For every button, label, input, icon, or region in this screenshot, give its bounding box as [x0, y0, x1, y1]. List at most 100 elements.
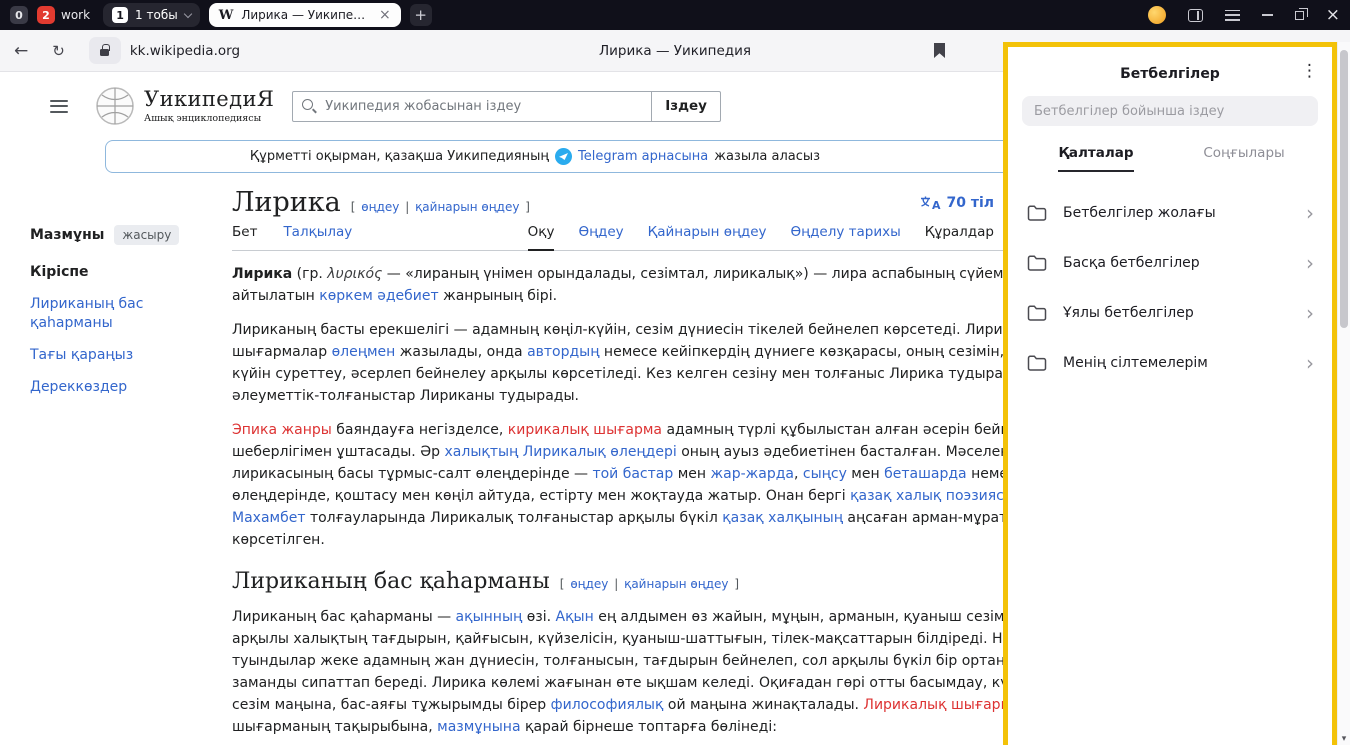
bracket: ]: [734, 577, 739, 591]
bookmarks-folder-list: Бетбелгілер жолағы › Басқа бетбелгілер ›…: [1022, 188, 1318, 388]
profile-avatar[interactable]: [1148, 6, 1166, 24]
toc-item-intro[interactable]: Кіріспе: [30, 263, 192, 282]
tab-folders-label: Қалталар: [1058, 145, 1133, 172]
tab-recent[interactable]: Соңғылары: [1170, 136, 1318, 172]
edit-link[interactable]: өңдеу: [570, 577, 608, 591]
tab-edit[interactable]: Өңдеу: [578, 224, 623, 250]
folder-item-my-links[interactable]: Менің сілтемелерім ›: [1022, 338, 1318, 388]
edit-link[interactable]: өңдеу: [361, 200, 399, 214]
side-panel-icon[interactable]: [1188, 9, 1203, 22]
telegram-banner-content: Құрметті оқырман, қазақша Уикипедияның T…: [250, 148, 820, 165]
language-icon: A: [919, 195, 941, 211]
chevron-right-icon: ›: [1306, 203, 1314, 223]
tab-title: Лирика — Уикипедия: [241, 8, 371, 22]
wiki-menu-icon[interactable]: [50, 100, 68, 113]
bracket: [: [560, 577, 565, 591]
toc-hide-button[interactable]: жасыру: [114, 225, 179, 245]
browser-menu-icon[interactable]: [1225, 10, 1240, 21]
bracket: ]: [525, 200, 530, 214]
wikipedia-globe-icon: [94, 86, 136, 126]
tab-page[interactable]: Бет: [232, 224, 257, 250]
wiki-search-button[interactable]: Іздеу: [652, 91, 721, 122]
tab-bar: 0 2 work 1 1 тобы W Лирика — Уикипедия ×…: [0, 0, 1350, 30]
minimize-button[interactable]: [1262, 14, 1273, 16]
article-view-tabs: Оқу Өңдеу Қайнарын өңдеу Өңделу тарихы Қ…: [528, 224, 994, 250]
chevron-right-icon: ›: [1306, 303, 1314, 323]
tab-group-current[interactable]: 1 1 тобы: [103, 3, 200, 27]
close-window-button[interactable]: ×: [1326, 7, 1340, 24]
kebab-menu-icon[interactable]: ⋮: [1301, 61, 1318, 81]
browser-window: 0 2 work 1 1 тобы W Лирика — Уикипедия ×…: [0, 0, 1350, 745]
folder-item-other-bookmarks[interactable]: Басқа бетбелгілер ›: [1022, 238, 1318, 288]
back-button[interactable]: ←: [14, 41, 28, 61]
wiki-logo-text: УикипедиЯ Ашық энциклопедиясы: [144, 88, 274, 123]
section-edit-links: [ өңдеу | қайнарын өңдеу ]: [560, 577, 739, 591]
divider: |: [405, 200, 409, 214]
page-scrollbar[interactable]: ▾: [1337, 42, 1350, 745]
article-title: Лирика: [232, 187, 341, 218]
folder-label: Басқа бетбелгілер: [1063, 255, 1200, 271]
chevron-right-icon: ›: [1306, 253, 1314, 273]
tab-history[interactable]: Өңделу тарихы: [791, 224, 901, 250]
wiki-logo-subtitle: Ашық энциклопедиясы: [144, 113, 274, 124]
title-edit-links: [ өңдеу | қайнарын өңдеу ]: [351, 200, 530, 214]
svg-text:A: A: [932, 199, 941, 211]
bookmarks-title: Бетбелгілер: [1120, 66, 1220, 82]
folder-icon: [1026, 204, 1048, 222]
wiki-search-input[interactable]: [292, 91, 652, 122]
toc-title: Мазмұны: [30, 227, 104, 243]
wiki-search: Іздеу: [292, 91, 721, 122]
wikipedia-favicon: W: [219, 8, 234, 23]
toc-item-see-also[interactable]: Тағы қараңыз: [30, 346, 192, 365]
folder-label: Ұялы бетбелгілер: [1063, 305, 1194, 321]
site-security-chip[interactable]: [89, 37, 121, 64]
tab-group-count: 1: [112, 7, 128, 23]
lock-icon: [100, 49, 109, 56]
tab-group-label-work[interactable]: work: [61, 8, 90, 22]
close-tab-icon[interactable]: ×: [379, 8, 391, 22]
scrollbar-thumb[interactable]: [1340, 50, 1348, 328]
tab-folders[interactable]: Қалталар: [1022, 136, 1170, 172]
tab-edit-source[interactable]: Қайнарын өңдеу: [648, 224, 767, 250]
language-count: 70 тіл: [946, 195, 994, 211]
folder-item-bookmarks-bar[interactable]: Бетбелгілер жолағы ›: [1022, 188, 1318, 238]
banner-text-before: Құрметті оқырман, қазақша Уикипедияның: [250, 149, 549, 164]
wikipedia-logo[interactable]: УикипедиЯ Ашық энциклопедиясы: [94, 86, 274, 126]
tab-group-badge-0[interactable]: 0: [10, 6, 28, 24]
chevron-right-icon: ›: [1306, 353, 1314, 373]
toc-item-hero[interactable]: Лириканың бас қаһарманы: [30, 295, 192, 333]
restore-window-button[interactable]: [1295, 11, 1304, 20]
edit-source-link[interactable]: қайнарын өңдеу: [415, 200, 519, 214]
toc-item-sources[interactable]: Дереккөздер: [30, 378, 192, 397]
reload-button[interactable]: ↻: [52, 42, 65, 60]
search-icon: [302, 99, 313, 110]
tab-bar-right-controls: ×: [1148, 6, 1340, 24]
folder-icon: [1026, 354, 1048, 372]
folder-label: Бетбелгілер жолағы: [1063, 205, 1216, 221]
browser-tab[interactable]: W Лирика — Уикипедия ×: [209, 3, 401, 27]
tab-tools[interactable]: Құралдар: [925, 224, 994, 250]
folder-icon: [1026, 254, 1048, 272]
scroll-down-icon[interactable]: ▾: [1338, 734, 1350, 744]
telegram-link[interactable]: Telegram арнасына: [578, 149, 708, 164]
tab-talk[interactable]: Талқылау: [283, 224, 352, 250]
toc-header: Мазмұны жасыру: [30, 225, 192, 245]
divider: |: [614, 577, 618, 591]
new-tab-button[interactable]: +: [410, 4, 432, 26]
tab-read[interactable]: Оқу: [528, 224, 555, 251]
url-text[interactable]: kk.wikipedia.org: [130, 43, 240, 59]
edit-source-link[interactable]: қайнарын өңдеу: [624, 577, 728, 591]
folder-icon: [1026, 304, 1048, 322]
address-bar-page-title: Лирика — Уикипедия: [599, 43, 751, 59]
bookmarks-tabs: Қалталар Соңғылары: [1022, 136, 1318, 172]
table-of-contents: Мазмұны жасыру Кіріспе Лириканың бас қаһ…: [30, 225, 192, 410]
chevron-down-icon: [183, 9, 191, 17]
bookmark-flag-icon[interactable]: [934, 43, 945, 58]
language-selector[interactable]: A 70 тіл: [919, 195, 994, 211]
bookmarks-search-input[interactable]: [1022, 96, 1318, 126]
folder-item-mobile-bookmarks[interactable]: Ұялы бетбелгілер ›: [1022, 288, 1318, 338]
tab-group-badge-work[interactable]: 2: [37, 6, 55, 24]
folder-label: Менің сілтемелерім: [1063, 355, 1208, 371]
banner-text-after: жазыла аласыз: [714, 149, 820, 164]
bookmarks-header: Бетбелгілер ⋮: [1022, 59, 1318, 82]
